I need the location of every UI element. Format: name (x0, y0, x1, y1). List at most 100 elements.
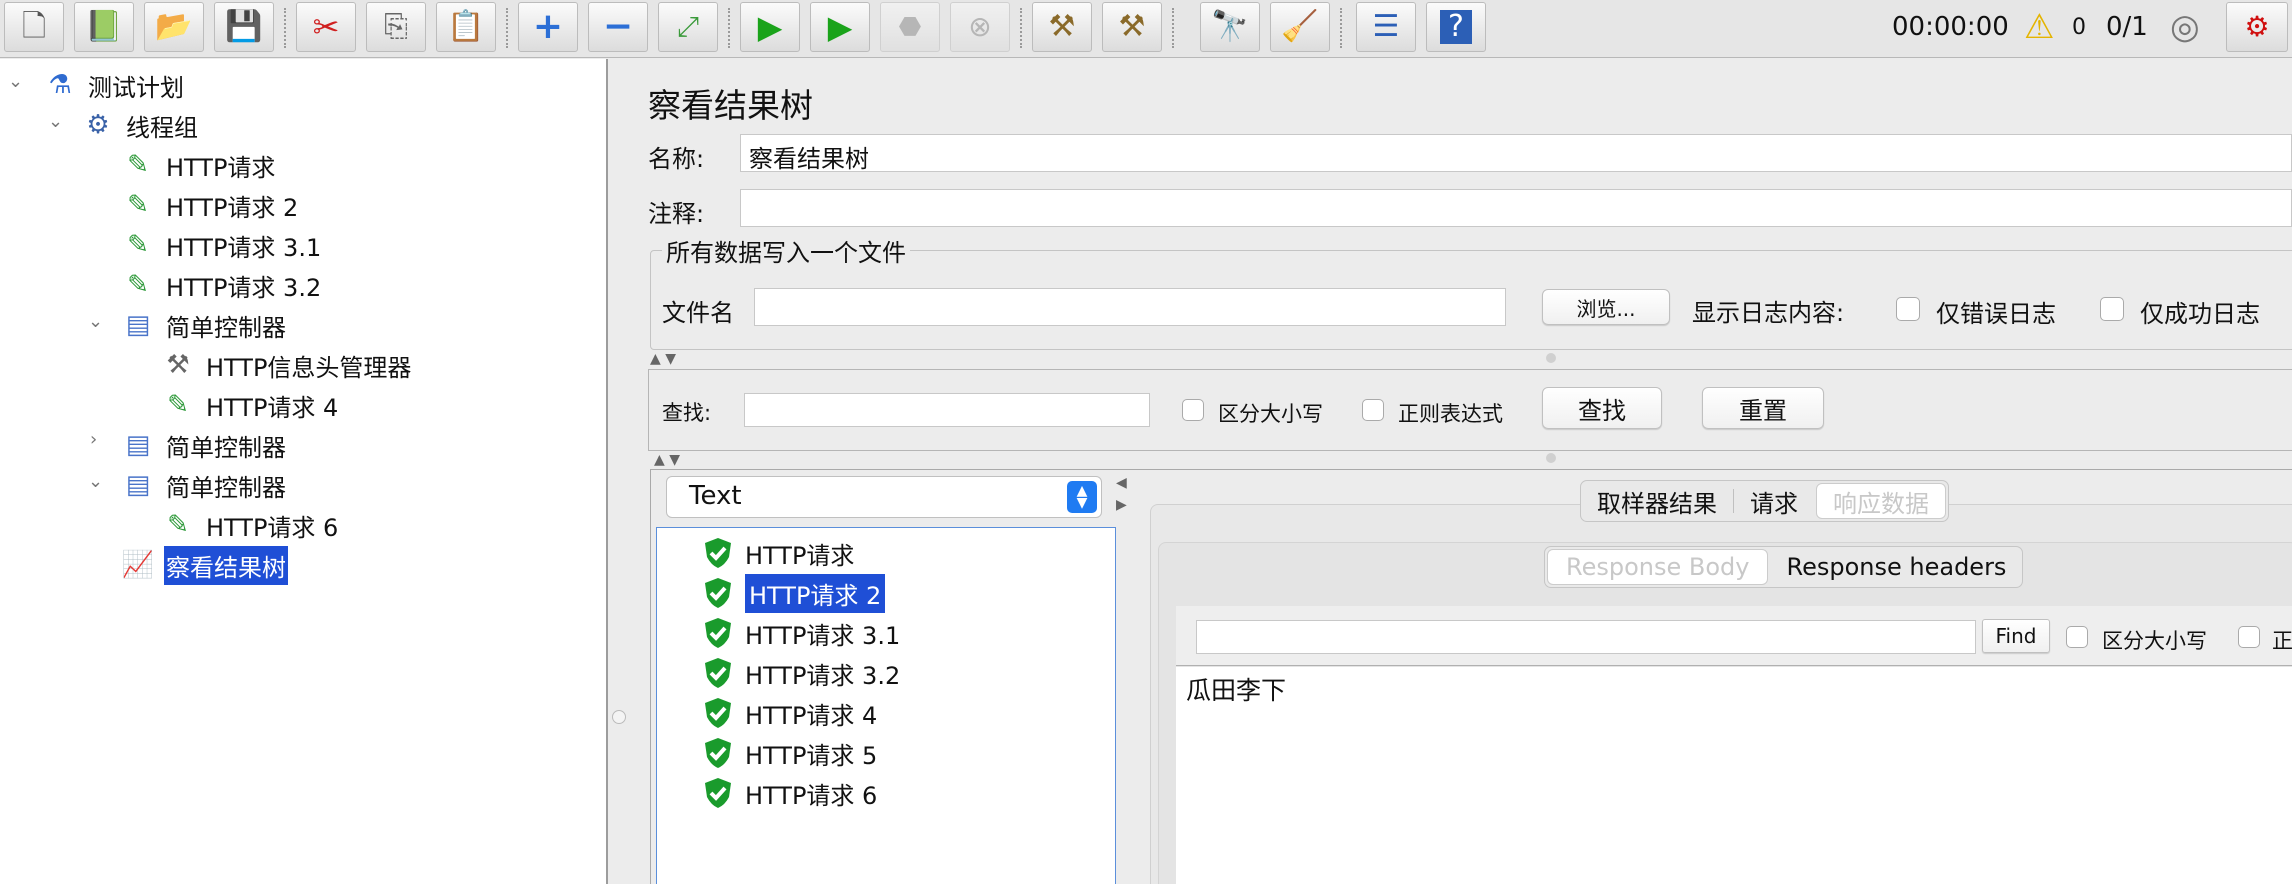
shutdown-icon[interactable]: ⊗ (950, 2, 1010, 52)
warning-icon[interactable]: ⚠ (2024, 0, 2054, 54)
name-field[interactable]: 察看结果树 (740, 134, 2292, 173)
tree-node-simple-controller[interactable]: ▤ 简单控制器 (120, 467, 288, 503)
tree-node-sampler[interactable]: ✎ HTTP请求 4 (160, 387, 340, 423)
clear-icon[interactable]: ⚒ (1032, 2, 1092, 52)
list-item[interactable]: HTTP请求 6 (703, 776, 877, 810)
list-item-label: HTTP请求 3.1 (745, 621, 901, 650)
filename-field[interactable] (754, 288, 1506, 326)
tree-node-label: 简单控制器 (166, 433, 286, 462)
reset-button[interactable]: 重置 (1702, 387, 1824, 429)
splitter-handle[interactable] (1546, 353, 1556, 363)
response-regex-checkbox[interactable] (2238, 626, 2260, 648)
chevron-down-icon[interactable]: ⌄ (88, 311, 103, 332)
tree-node-header-manager[interactable]: ⚒ HTTP信息头管理器 (160, 347, 413, 383)
tree-node-thread-group[interactable]: ⚙ 线程组 (80, 107, 200, 143)
tree-node-sampler[interactable]: ✎ HTTP请求 6 (160, 507, 340, 543)
tree-node-label: 线程组 (126, 113, 198, 142)
tree-node-simple-controller[interactable]: ▤ 简单控制器 (120, 427, 288, 463)
chevron-down-icon[interactable]: ⌄ (48, 111, 63, 132)
toolbar-separator (284, 8, 286, 48)
chevron-right-icon[interactable]: › (90, 429, 97, 450)
splitter-arrows-icon[interactable]: ◀ ▶ (1116, 472, 1127, 516)
tree-node-label: HTTP请求 3.2 (166, 273, 322, 302)
log-content-label: 显示日志内容: (1692, 299, 1845, 327)
response-case-checkbox[interactable] (2066, 626, 2088, 648)
splitter-handle[interactable] (1546, 453, 1556, 463)
start-no-pause-icon[interactable]: ▶ (810, 2, 870, 52)
reset-search-icon[interactable]: 🧹 (1270, 2, 1330, 52)
list-item[interactable]: HTTP请求 4 (703, 696, 877, 730)
splitter-arrows-icon[interactable]: ▲ ▼ (650, 351, 676, 367)
tree-node-sampler[interactable]: ✎ HTTP请求 3.2 (120, 267, 323, 303)
new-icon[interactable]: 🗋 (4, 2, 64, 52)
errors-only-checkbox[interactable] (1896, 297, 1920, 321)
listener-icon: 📈 (121, 550, 155, 580)
tree-node-sampler[interactable]: ✎ HTTP请求 (120, 147, 277, 183)
chevron-down-icon[interactable]: ⌄ (8, 71, 23, 92)
controller-icon: ▤ (125, 310, 151, 340)
copy-icon[interactable]: ⎘ (366, 2, 426, 52)
success-shield-icon (705, 658, 731, 688)
chevron-down-icon[interactable]: ⌄ (88, 471, 103, 492)
splitter-arrows-icon[interactable]: ▲ ▼ (654, 452, 680, 468)
search-regex-checkbox[interactable] (1362, 399, 1384, 421)
search-case-checkbox[interactable] (1182, 399, 1204, 421)
tree-node-simple-controller[interactable]: ▤ 简单控制器 (120, 307, 288, 343)
tree-node-label: HTTP请求 4 (206, 393, 339, 422)
templates-icon[interactable]: 📗 (74, 2, 134, 52)
expand-icon[interactable]: + (518, 2, 578, 52)
comment-field[interactable] (740, 189, 2292, 227)
search-regex-label: 正则表达式 (1398, 402, 1503, 426)
success-only-checkbox[interactable] (2100, 297, 2124, 321)
tab-response-headers[interactable]: Response headers (1770, 547, 2022, 587)
tab-request[interactable]: 请求 (1734, 481, 1814, 521)
list-item-label: HTTP请求 6 (745, 781, 878, 810)
response-find-input[interactable] (1196, 620, 1976, 654)
help-icon[interactable]: ? (1426, 2, 1486, 52)
remote-engines-icon[interactable]: ◎ (2170, 0, 2200, 54)
response-text-area[interactable]: 瓜田李下 (1176, 667, 2292, 884)
tab-response-data[interactable]: 响应数据 (1816, 483, 1946, 519)
tree-node-test-plan[interactable]: ⚗ 测试计划 (42, 67, 186, 103)
tree-node-sampler[interactable]: ✎ HTTP请求 2 (120, 187, 300, 223)
paste-icon[interactable]: 📋 (436, 2, 496, 52)
response-regex-label: 正 (2272, 629, 2292, 653)
search-icon[interactable]: 🔭 (1200, 2, 1260, 52)
tree-node-sampler[interactable]: ✎ HTTP请求 3.1 (120, 227, 323, 263)
tree-node-view-results-tree[interactable]: 📈 察看结果树 (120, 545, 288, 585)
function-helper-icon[interactable]: ☰ (1356, 2, 1416, 52)
list-item[interactable]: HTTP请求 5 (703, 736, 877, 770)
detail-tabs: 取样器结果 请求 响应数据 (1580, 480, 1949, 522)
toolbar-separator (506, 8, 508, 48)
clear-all-icon[interactable]: ⚒ (1102, 2, 1162, 52)
renderer-select[interactable]: Text ▲ ▼ (666, 476, 1102, 518)
name-label: 名称: (648, 145, 705, 173)
save-icon[interactable]: 💾 (214, 2, 274, 52)
response-find-button[interactable]: Find (1982, 619, 2050, 653)
list-item[interactable]: HTTP请求 2 (703, 573, 886, 613)
controller-icon: ▤ (125, 430, 151, 460)
toggle-icon[interactable]: ⤢ (658, 2, 718, 52)
log-viewer-icon[interactable]: ⚙ (2226, 2, 2288, 52)
stop-icon[interactable]: ⬣ (880, 2, 940, 52)
list-item[interactable]: HTTP请求 (703, 536, 854, 570)
find-button[interactable]: 查找 (1542, 387, 1662, 429)
collapse-icon[interactable]: − (588, 2, 648, 52)
list-item[interactable]: HTTP请求 3.2 (703, 656, 900, 690)
write-to-file-legend: 所有数据写入一个文件 (662, 233, 910, 268)
splitter-handle[interactable] (612, 710, 626, 724)
tree-node-label: HTTP请求 2 (166, 193, 299, 222)
response-case-label: 区分大小写 (2102, 629, 2207, 653)
browse-button[interactable]: 浏览... (1542, 289, 1670, 325)
search-case-label: 区分大小写 (1218, 402, 1323, 426)
open-icon[interactable]: 📂 (144, 2, 204, 52)
search-input[interactable] (744, 393, 1150, 427)
toolbar-separator (1340, 8, 1342, 48)
sampler-icon: ✎ (127, 270, 149, 300)
start-icon[interactable]: ▶ (740, 2, 800, 52)
page-title: 察看结果树 (648, 86, 813, 125)
list-item[interactable]: HTTP请求 3.1 (703, 616, 900, 650)
cut-icon[interactable]: ✂ (296, 2, 356, 52)
tab-sampler-result[interactable]: 取样器结果 (1581, 481, 1733, 521)
tab-response-body[interactable]: Response Body (1547, 549, 1769, 585)
